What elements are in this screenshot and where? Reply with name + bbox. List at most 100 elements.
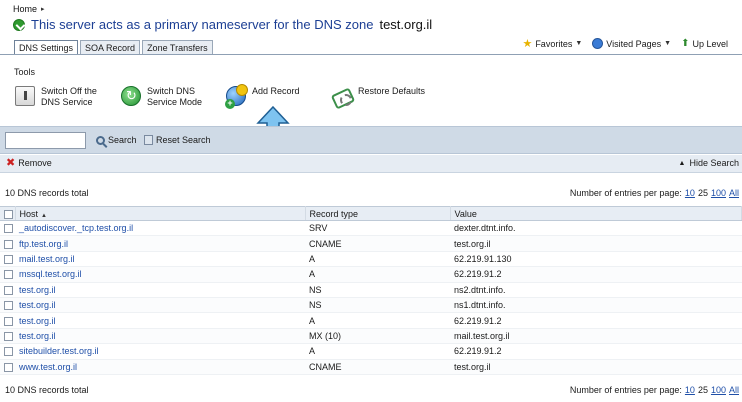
value-cell: dexter.dtnt.info. xyxy=(450,220,742,237)
tool-label-line2: Service Mode xyxy=(147,97,203,107)
tool-label: Switch Off the DNS Service xyxy=(41,86,97,108)
reset-search-button[interactable]: Reset Search xyxy=(144,135,211,145)
search-bar: Search Reset Search xyxy=(0,126,742,154)
row-checkbox[interactable] xyxy=(4,255,13,265)
value-cell: mail.test.org.il xyxy=(450,328,742,345)
table-row: mssql.test.org.il A 62.219.91.2 xyxy=(0,266,742,283)
remove-label: Remove xyxy=(18,158,52,168)
favorites-label: Favorites xyxy=(535,38,573,49)
row-checkbox[interactable] xyxy=(4,331,13,341)
record-type-cell: CNAME xyxy=(305,235,450,252)
per-page-label: Number of entries per page: xyxy=(569,188,682,198)
host-link[interactable]: test.org.il xyxy=(19,285,56,295)
per-page-10[interactable]: 10 xyxy=(685,385,695,395)
row-checkbox[interactable] xyxy=(4,224,13,234)
switch-mode-icon xyxy=(121,86,141,106)
up-level-button[interactable]: ⬆ Up Level xyxy=(681,37,728,49)
table-row: ftp.test.org.il CNAME test.org.il xyxy=(0,235,742,252)
search-button[interactable]: Search xyxy=(96,135,137,145)
restore-defaults-button[interactable]: Restore Defaults xyxy=(332,86,425,106)
remove-button[interactable]: ✖ Remove xyxy=(6,157,52,169)
row-select-cell xyxy=(0,297,15,314)
row-select-cell xyxy=(0,266,15,283)
pagination-bottom: Number of entries per page: 10 25 100 Al… xyxy=(570,385,739,395)
record-type-cell: CNAME xyxy=(305,359,450,375)
value-cell: ns2.dtnt.info. xyxy=(450,282,742,298)
chevron-up-icon: ▲ xyxy=(678,159,686,167)
switch-dns-mode-button[interactable]: Switch DNS Service Mode xyxy=(121,86,202,108)
row-checkbox[interactable] xyxy=(4,239,13,249)
tab-divider xyxy=(0,54,742,55)
per-page-25: 25 xyxy=(697,385,708,395)
row-select-cell xyxy=(0,235,15,252)
record-type-cell: A xyxy=(305,266,450,283)
page-title-text: This server acts as a primary nameserver… xyxy=(31,17,374,32)
host-link[interactable]: test.org.il xyxy=(19,300,56,310)
host-link[interactable]: _autodiscover._tcp.test.org.il xyxy=(19,223,133,233)
tool-label: Add Record xyxy=(252,86,300,96)
per-page-100[interactable]: 100 xyxy=(711,385,726,395)
host-cell: mail.test.org.il xyxy=(15,251,305,268)
per-page-100[interactable]: 100 xyxy=(711,188,726,198)
record-type-cell: SRV xyxy=(305,220,450,237)
tab-dns-settings[interactable]: DNS Settings xyxy=(14,40,79,54)
row-checkbox[interactable] xyxy=(4,301,13,311)
value-column-header[interactable]: Value xyxy=(450,206,742,221)
host-link[interactable]: ftp.test.org.il xyxy=(19,239,68,249)
record-type-cell: A xyxy=(305,312,450,329)
breadcrumb: Home ▸ xyxy=(13,4,45,14)
host-link[interactable]: mail.test.org.il xyxy=(19,254,75,264)
host-link[interactable]: www.test.org.il xyxy=(19,362,77,372)
per-page-all[interactable]: All xyxy=(729,188,739,198)
breadcrumb-home-link[interactable]: Home xyxy=(13,4,37,14)
search-input[interactable] xyxy=(5,132,86,149)
type-column-header[interactable]: Record type xyxy=(305,206,451,221)
host-link[interactable]: mssql.test.org.il xyxy=(19,269,82,279)
action-bar: ✖ Remove ▲ Hide Search xyxy=(0,155,742,173)
tab-zone-transfers[interactable]: Zone Transfers xyxy=(142,40,213,54)
row-checkbox[interactable] xyxy=(4,362,13,372)
tool-label-line2: DNS Service xyxy=(41,97,93,107)
per-page-10[interactable]: 10 xyxy=(685,188,695,198)
globe-icon xyxy=(592,38,604,49)
visited-pages-menu[interactable]: Visited Pages ▼ xyxy=(592,38,671,49)
tab-soa-record[interactable]: SOA Record xyxy=(80,40,141,54)
records-total: 10 DNS records total xyxy=(5,188,89,198)
value-cell: 62.219.91.130 xyxy=(450,251,742,268)
host-cell: _autodiscover._tcp.test.org.il xyxy=(15,220,305,237)
arrow-up-icon: ⬆ xyxy=(681,37,690,49)
records-table: Host ▲ Record type Value _autodiscover._t… xyxy=(0,206,742,375)
restore-defaults-icon xyxy=(332,86,352,106)
row-select-cell xyxy=(0,220,15,237)
add-record-icon xyxy=(225,84,248,109)
host-column-header[interactable]: Host ▲ xyxy=(15,206,306,221)
switch-off-dns-button[interactable]: Switch Off the DNS Service xyxy=(15,86,97,108)
chevron-down-icon: ▼ xyxy=(664,40,672,47)
row-checkbox[interactable] xyxy=(4,285,13,295)
visited-pages-label: Visited Pages xyxy=(606,38,662,49)
row-select-cell xyxy=(0,312,15,329)
star-icon: ★ xyxy=(522,37,533,50)
power-switch-icon xyxy=(15,86,35,106)
value-cell: test.org.il xyxy=(450,235,742,252)
pagination: Number of entries per page: 10 25 100 Al… xyxy=(570,188,739,198)
row-checkbox[interactable] xyxy=(4,347,13,357)
add-record-button[interactable]: Add Record xyxy=(225,84,300,109)
favorites-menu[interactable]: ★ Favorites ▼ xyxy=(522,37,582,50)
host-link[interactable]: sitebuilder.test.org.il xyxy=(19,346,99,356)
tool-label-line1: Switch DNS xyxy=(147,86,196,96)
hide-search-button[interactable]: ▲ Hide Search xyxy=(679,158,739,168)
select-all-checkbox[interactable] xyxy=(4,209,13,219)
row-select-cell xyxy=(0,359,15,375)
tool-label: Restore Defaults xyxy=(358,86,426,96)
top-actions: ★ Favorites ▼ Visited Pages ▼ ⬆ Up Level xyxy=(522,38,728,49)
table-row: mail.test.org.il A 62.219.91.130 xyxy=(0,251,742,268)
row-checkbox[interactable] xyxy=(4,316,13,326)
remove-icon: ✖ xyxy=(6,157,16,169)
value-cell: ns1.dtnt.info. xyxy=(450,297,742,314)
per-page-all[interactable]: All xyxy=(729,385,739,395)
row-checkbox[interactable] xyxy=(4,270,13,280)
host-link[interactable]: test.org.il xyxy=(19,331,56,341)
host-link[interactable]: test.org.il xyxy=(19,316,56,326)
per-page-25: 25 xyxy=(697,188,708,198)
